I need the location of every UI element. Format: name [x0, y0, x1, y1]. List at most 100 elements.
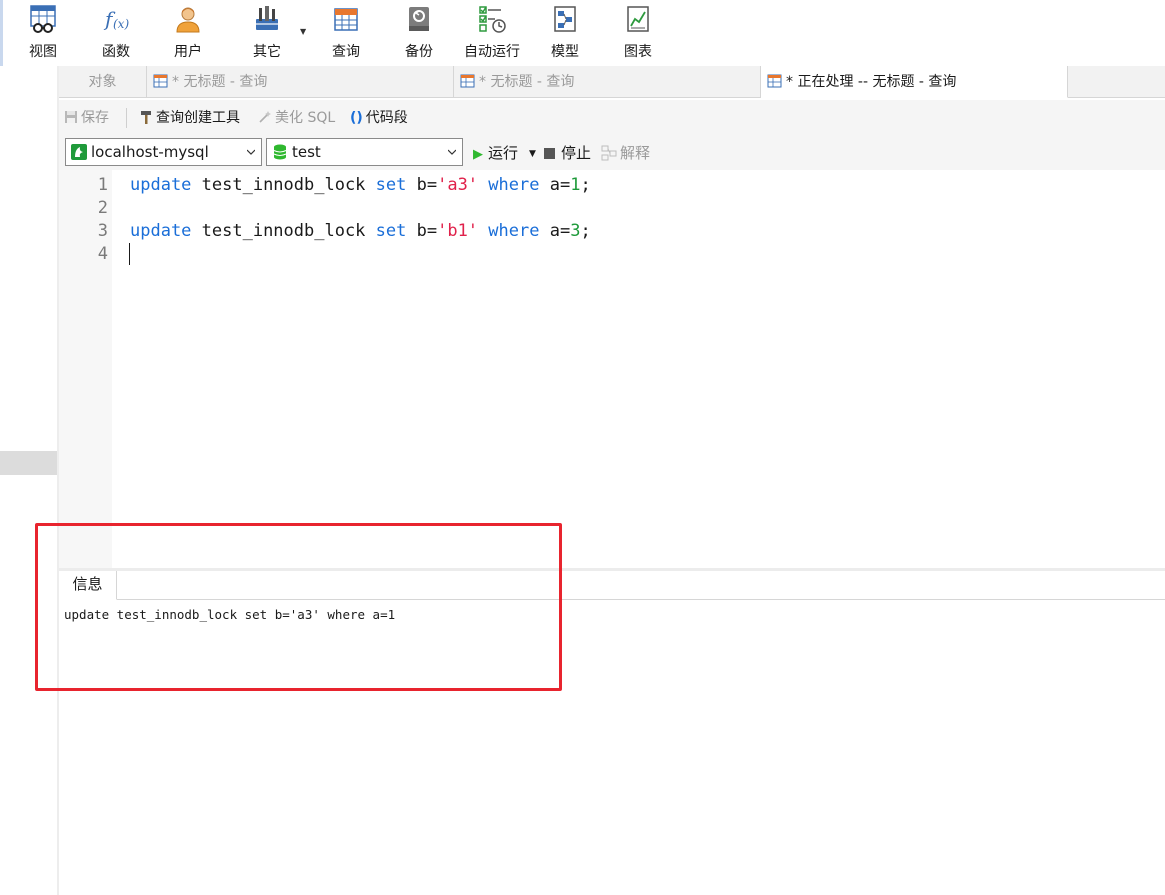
tab-query-untitled-2[interactable]: * 无标题 - 查询	[454, 66, 761, 98]
query-toolbar: 保存 查询创建工具 美化 SQL () 代码段	[59, 100, 1165, 136]
sql-token: b=	[406, 175, 438, 195]
query-builder-label: 查询创建工具	[156, 110, 240, 126]
sql-string: 'b1'	[437, 221, 479, 241]
automation-checklist-icon	[479, 6, 506, 33]
toolbar-accent	[0, 0, 3, 66]
tab-bar: 对象 * 无标题 - 查询 * 无标题 - 查询 * 正在处理 -- 无标题 -…	[59, 66, 1165, 98]
hammer-icon	[141, 111, 151, 124]
line-number: 3	[97, 221, 108, 241]
parentheses-icon: ()	[350, 110, 363, 126]
stop-label: 停止	[561, 144, 592, 162]
other-dropdown-caret-icon[interactable]: ▼	[300, 27, 306, 36]
explain-icon	[601, 145, 617, 161]
save-icon	[65, 111, 77, 123]
database-icon	[273, 144, 287, 160]
code-line: update test_innodb_lock set b='b1' where…	[130, 221, 591, 241]
sql-keyword: where	[488, 175, 540, 195]
sql-token: ;	[580, 175, 591, 195]
sql-keyword: update	[130, 175, 192, 195]
save-label: 保存	[81, 110, 109, 126]
query-tab-icon	[460, 74, 475, 88]
toolbar-other-button[interactable]: 其它	[246, 4, 288, 62]
stop-icon	[544, 148, 555, 159]
line-number: 1	[97, 175, 108, 195]
toolbar-query-label: 查询	[332, 44, 360, 60]
sql-token: ;	[580, 221, 591, 241]
sql-token: a=	[539, 221, 571, 241]
line-number: 4	[97, 244, 108, 264]
toolbar-automation-button[interactable]: 自动运行	[461, 4, 523, 62]
sql-keyword: set	[375, 221, 407, 241]
toolbar-view-label: 视图	[29, 44, 57, 60]
toolbar-query-button[interactable]: 查询	[325, 4, 367, 62]
beautify-sql-label: 美化 SQL	[275, 110, 336, 126]
play-icon: ▶	[473, 147, 483, 162]
toolbar-user-label: 用户	[174, 44, 202, 60]
toolbar-function-label: 函数	[102, 44, 130, 60]
code-snippet-label: 代码段	[365, 110, 408, 126]
tab-objects-label: 对象	[88, 74, 117, 90]
result-tab-bar: 信息	[59, 571, 1165, 600]
tab-label: * 无标题 - 查询	[172, 74, 268, 90]
query-table-icon	[334, 8, 358, 31]
explain-button[interactable]: 解释	[601, 143, 650, 163]
query-tab-icon	[153, 74, 168, 88]
tab-label: * 正在处理 -- 无标题 - 查询	[786, 74, 957, 90]
run-dropdown-caret-icon[interactable]: ▼	[529, 144, 536, 164]
sql-number: 3	[570, 221, 581, 241]
sql-editor[interactable]: 1 2 3 4 update test_innodb_lock set b='a…	[59, 170, 1165, 568]
toolbar-other-label: 其它	[253, 44, 281, 60]
toolbar-separator	[126, 108, 127, 128]
toolbar-model-label: 模型	[551, 44, 579, 60]
save-button[interactable]: 保存	[64, 108, 109, 128]
tab-objects[interactable]: 对象	[59, 66, 147, 98]
model-icon	[554, 6, 576, 32]
backup-icon	[409, 7, 429, 31]
sql-token: test_innodb_lock	[191, 221, 376, 241]
toolbar-backup-label: 备份	[405, 44, 433, 60]
sql-number: 1	[570, 175, 581, 195]
tab-label: * 无标题 - 查询	[479, 74, 575, 90]
query-builder-button[interactable]: 查询创建工具	[139, 108, 240, 128]
toolbar-backup-button[interactable]: 备份	[398, 4, 440, 62]
stop-button[interactable]: 停止	[544, 143, 591, 163]
navigation-selected-row[interactable]	[0, 451, 57, 475]
tools-icon	[256, 6, 278, 30]
run-button[interactable]: ▶ 运行	[473, 143, 518, 163]
database-select[interactable]: test	[266, 138, 463, 166]
sql-token: b=	[406, 221, 438, 241]
toolbar-function-button[interactable]: f (x) 函数	[95, 4, 137, 62]
main-toolbar: 视图 f (x) 函数 用户 其它 ▼ 查询 备份 自动运行 模型 图表	[0, 0, 1165, 66]
tab-info[interactable]: 信息	[59, 571, 117, 600]
explain-label: 解释	[620, 144, 651, 162]
tab-query-untitled-1[interactable]: * 无标题 - 查询	[147, 66, 454, 98]
info-message-area: update test_innodb_lock set b='a3' where…	[59, 600, 1165, 895]
svg-text:(x): (x)	[113, 17, 129, 31]
navigation-pane	[0, 66, 57, 895]
tab-query-processing[interactable]: * 正在处理 -- 无标题 - 查询	[761, 66, 1068, 98]
line-number-gutter: 1 2 3 4	[59, 170, 112, 568]
line-number: 2	[97, 198, 108, 218]
toolbar-user-button[interactable]: 用户	[167, 4, 209, 62]
user-icon	[176, 7, 200, 33]
toolbar-automation-label: 自动运行	[464, 44, 520, 60]
tab-info-label: 信息	[72, 575, 103, 593]
toolbar-model-button[interactable]: 模型	[544, 4, 586, 62]
connection-select[interactable]: localhost-mysql	[65, 138, 262, 166]
sql-keyword: where	[488, 221, 540, 241]
beautify-sql-button[interactable]: 美化 SQL	[258, 108, 335, 128]
toolbar-chart-label: 图表	[624, 44, 652, 60]
code-line: update test_innodb_lock set b='a3' where…	[130, 175, 591, 195]
code-snippet-button[interactable]: () 代码段	[350, 108, 408, 128]
sql-keyword: set	[375, 175, 407, 195]
connection-value: localhost-mysql	[91, 143, 209, 161]
chevron-down-icon	[247, 149, 255, 155]
magic-wand-icon	[259, 111, 271, 123]
connection-bar: localhost-mysql test ▶ 运行 ▼ 停止 解释	[59, 136, 1165, 170]
info-message: update test_innodb_lock set b='a3' where…	[64, 607, 396, 622]
toolbar-chart-button[interactable]: 图表	[617, 4, 659, 62]
database-value: test	[292, 143, 321, 161]
query-tab-icon	[767, 74, 782, 88]
toolbar-view-button[interactable]: 视图	[22, 4, 64, 62]
